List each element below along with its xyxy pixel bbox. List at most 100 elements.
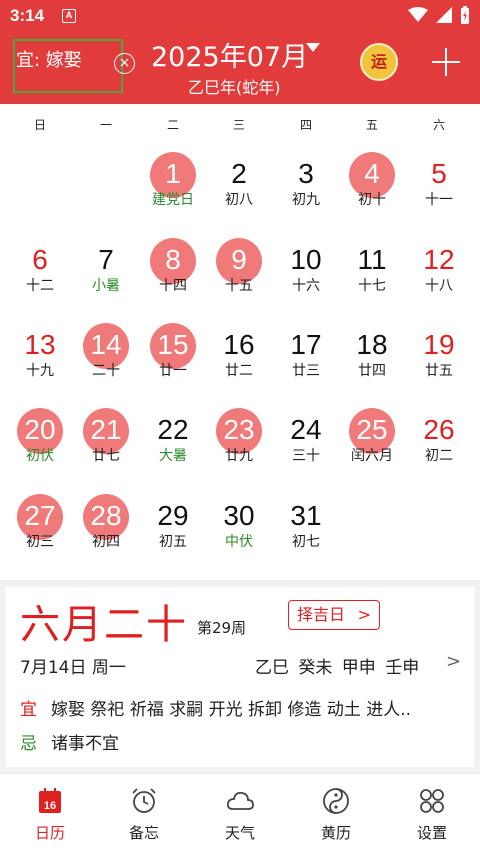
lunar-day-label: 初二 (425, 448, 453, 464)
weekday-label: 四 (299, 118, 312, 132)
select-auspicious-day-label: 择吉日 (297, 605, 346, 624)
day-cell[interactable]: 22 大暑 (140, 406, 206, 478)
battery-icon (461, 6, 469, 24)
day-cell[interactable]: 30 中伏 (206, 492, 272, 564)
lunar-day-label: 建党日 (152, 192, 194, 208)
day-number: 20 (24, 414, 56, 445)
day-cell[interactable]: 20 初伏 (7, 406, 73, 478)
day-cell[interactable]: 3 初九 (273, 150, 339, 222)
nav-item-weather[interactable]: 天气 (192, 786, 288, 843)
day-number: 3 (298, 158, 314, 189)
add-icon[interactable] (432, 48, 460, 76)
lunar-day-label: 初十 (358, 192, 386, 208)
lunar-day-label: 廿二 (225, 363, 253, 379)
weekday-label: 二 (166, 118, 179, 132)
day-cell[interactable]: 10 十六 (273, 236, 339, 308)
day-cell[interactable]: 24 三十 (273, 406, 339, 478)
ganzhi-text[interactable]: 乙巳 癸未 甲申 壬申 (255, 653, 419, 678)
day-number: 6 (32, 244, 48, 275)
yin-yang-icon (323, 788, 349, 814)
nav-item-settings[interactable]: 设置 (384, 786, 480, 843)
lunar-day-label: 初三 (26, 534, 54, 550)
lunar-day-label: 中伏 (225, 534, 253, 550)
day-cell[interactable]: 11 十七 (339, 236, 405, 308)
day-number: 4 (364, 158, 380, 189)
solar-date: 7月14日 周一 (20, 658, 126, 678)
lunar-day-label: 二十 (92, 363, 120, 379)
weekday-label: 六 (432, 118, 445, 132)
lunar-day-label: 十一 (425, 192, 453, 208)
yi-filter-label[interactable]: 宜: 嫁娶 (16, 46, 82, 72)
day-number: 24 (290, 414, 322, 445)
chevron-right-icon[interactable]: > (446, 651, 461, 672)
day-number: 27 (24, 500, 56, 531)
day-cell[interactable]: 29 初五 (140, 492, 206, 564)
month-grid: 日 一 二 三 四 五 六 1 建党日 2 初八 3 初九 4 初十 5 十一 6 十二 7 小暑 8 十四 9 十五 10 十六… (0, 104, 480, 580)
day-number: 22 (157, 414, 189, 445)
select-auspicious-day-button[interactable]: 择吉日 > (288, 600, 380, 630)
lunar-day-label: 十六 (292, 278, 320, 294)
day-cell[interactable]: 5 十一 (406, 150, 472, 222)
lunar-day-label: 闰六月 (351, 448, 393, 464)
day-number: 30 (223, 500, 255, 531)
day-cell[interactable]: 6 十二 (7, 236, 73, 308)
lunar-day-label: 廿七 (92, 448, 120, 464)
day-cell[interactable]: 9 十五 (206, 236, 272, 308)
day-cell[interactable]: 14 二十 (73, 321, 139, 393)
day-cell[interactable]: 31 初七 (273, 492, 339, 564)
lunar-day-label: 初五 (159, 534, 187, 550)
nav-item-memo[interactable]: 备忘 (96, 786, 192, 843)
day-cell[interactable]: 17 廿三 (273, 321, 339, 393)
day-cell[interactable]: 26 初二 (406, 406, 472, 478)
day-number: 9 (231, 244, 247, 275)
lunar-day-label: 廿五 (425, 363, 453, 379)
notification-icon: A (62, 9, 76, 23)
day-cell[interactable]: 13 十九 (7, 321, 73, 393)
lunar-day-label: 大暑 (159, 448, 187, 464)
ji-label: 忌 (20, 734, 37, 754)
day-cell[interactable]: 21 廿七 (73, 406, 139, 478)
day-cell[interactable]: 1 建党日 (140, 150, 206, 222)
lunar-day-label: 廿九 (225, 448, 253, 464)
day-cell[interactable]: 16 廿二 (206, 321, 272, 393)
status-time: 3:14 (10, 6, 45, 25)
month-title[interactable]: 2025年07月 (151, 35, 308, 74)
day-cell[interactable]: 28 初四 (73, 492, 139, 564)
grid-circles-icon (420, 789, 444, 813)
dropdown-caret-icon[interactable] (306, 43, 320, 52)
close-icon[interactable]: × (114, 53, 135, 74)
day-cell[interactable]: 4 初十 (339, 150, 405, 222)
lunar-day-label: 廿四 (358, 363, 386, 379)
nav-label-calendar: 日历 (34, 824, 65, 842)
day-number: 7 (98, 244, 114, 275)
nav-item-almanac[interactable]: 黄历 (288, 786, 384, 843)
day-cell[interactable]: 8 十四 (140, 236, 206, 308)
weekday-header: 日一二三四五六 (0, 116, 480, 136)
day-number: 19 (423, 329, 455, 360)
fortune-icon[interactable]: 运 (360, 43, 398, 81)
day-cell[interactable]: 19 廿五 (406, 321, 472, 393)
day-cell[interactable]: 18 廿四 (339, 321, 405, 393)
lunar-day-label: 三十 (292, 448, 320, 464)
day-cell[interactable]: 25 闰六月 (339, 406, 405, 478)
day-cell[interactable]: 2 初八 (206, 150, 272, 222)
nav-item-calendar[interactable]: 16 日历 (2, 786, 98, 843)
calendar-icon-badge: 16 (44, 800, 56, 812)
day-number: 5 (431, 158, 447, 189)
lunar-day-label: 十八 (425, 278, 453, 294)
lunar-date: 六月二十 (20, 602, 188, 648)
ji-row[interactable]: 忌诸事不宜 (20, 729, 119, 754)
day-cell[interactable]: 23 廿九 (206, 406, 272, 478)
day-number: 8 (165, 244, 181, 275)
day-cell[interactable]: 15 廿一 (140, 321, 206, 393)
status-icons (408, 6, 470, 24)
day-cell[interactable]: 27 初三 (7, 492, 73, 564)
day-number: 29 (157, 500, 189, 531)
day-number: 16 (223, 329, 255, 360)
lunar-day-label: 初七 (292, 534, 320, 550)
day-cell[interactable]: 12 十八 (406, 236, 472, 308)
nav-label-weather: 天气 (224, 824, 255, 842)
day-cell[interactable]: 7 小暑 (73, 236, 139, 308)
day-number: 12 (423, 244, 455, 275)
yi-row[interactable]: 宜嫁娶 祭祀 祈福 求嗣 开光 拆卸 修造 动土 进人.. (20, 695, 411, 720)
